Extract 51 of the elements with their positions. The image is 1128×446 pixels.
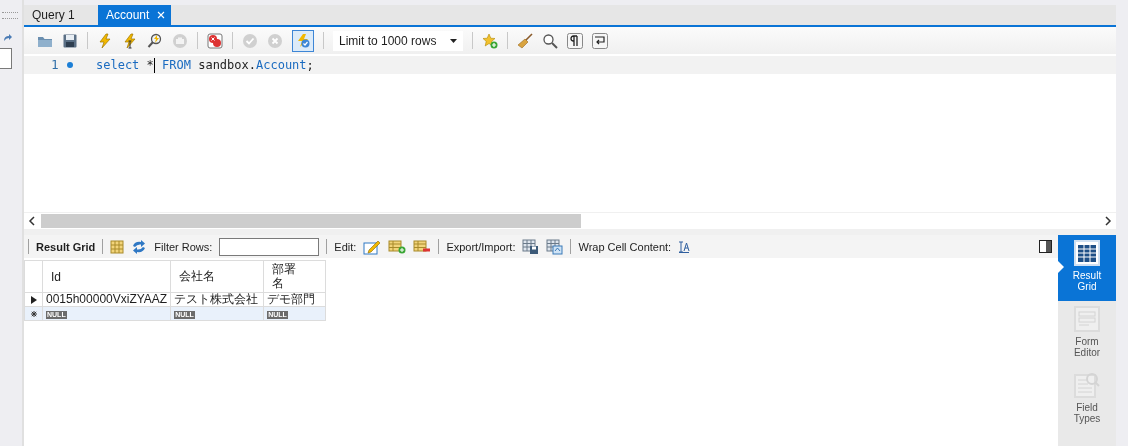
side-panel-tab[interactable]: Result Grid bbox=[1058, 235, 1116, 301]
line-number: 1 bbox=[50, 58, 59, 72]
columns-icon[interactable] bbox=[110, 239, 125, 254]
column-header[interactable]: Id bbox=[42, 260, 171, 293]
delete-row-icon[interactable] bbox=[413, 239, 432, 254]
wrap-cell-content-label: Wrap Cell Content: bbox=[578, 240, 672, 253]
export-icon[interactable] bbox=[522, 238, 540, 255]
export-import-label: Export/Import: bbox=[446, 240, 516, 253]
panel-toggle-icon[interactable] bbox=[1039, 240, 1052, 253]
column-header[interactable]: 部署名 bbox=[263, 260, 326, 293]
pilcrow-icon[interactable] bbox=[567, 32, 583, 49]
code-line: select * FROM sandbox.Account; bbox=[96, 57, 314, 73]
side-panel-tab[interactable]: Form Editor bbox=[1058, 301, 1116, 367]
table-search-icon bbox=[1073, 371, 1101, 399]
pencil-icon[interactable] bbox=[363, 238, 382, 255]
add-row-icon[interactable] bbox=[388, 239, 407, 254]
refresh-icon[interactable] bbox=[131, 239, 148, 254]
scroll-right-icon[interactable] bbox=[1104, 216, 1112, 226]
table-cell: デモ部門 bbox=[267, 292, 316, 306]
scrollbar-thumb[interactable] bbox=[41, 214, 581, 228]
filter-rows-label: Filter Rows: bbox=[154, 240, 213, 253]
stop-error-icon[interactable] bbox=[207, 32, 223, 49]
grid-icon bbox=[1073, 239, 1101, 267]
scroll-left-icon[interactable] bbox=[28, 216, 36, 226]
tab[interactable]: Account bbox=[98, 5, 172, 25]
tab[interactable]: Query 1 bbox=[24, 5, 98, 25]
table-cell: テスト株式会社 bbox=[174, 292, 259, 306]
lightning-cursor-icon[interactable] bbox=[122, 32, 138, 49]
search-icon[interactable] bbox=[542, 32, 558, 49]
close-icon[interactable] bbox=[157, 11, 166, 19]
star-plus-icon[interactable] bbox=[482, 32, 498, 49]
side-panel-tab[interactable]: Field Types bbox=[1058, 367, 1116, 433]
input-field[interactable] bbox=[0, 48, 12, 69]
arrow-icon[interactable] bbox=[3, 33, 12, 42]
filter-field[interactable] bbox=[219, 237, 320, 256]
magnifier-lightning-icon[interactable] bbox=[147, 32, 163, 49]
auto-commit-icon[interactable] bbox=[295, 32, 311, 49]
result-grid-label: Result Grid bbox=[36, 240, 96, 253]
caret-icon bbox=[450, 38, 457, 43]
current-row-icon bbox=[30, 295, 37, 304]
limit-dropdown[interactable]: Limit to 1000 rows bbox=[333, 30, 463, 51]
breakpoint-dot-icon bbox=[67, 62, 73, 68]
import-icon[interactable] bbox=[546, 238, 564, 255]
new-row-icon bbox=[30, 310, 37, 317]
broom-icon[interactable] bbox=[517, 32, 533, 49]
table-cell: 0015h00000VxiZYAAZ bbox=[46, 292, 168, 306]
column-header[interactable]: 会社名 bbox=[170, 260, 264, 293]
wrap-text-icon[interactable] bbox=[678, 240, 691, 253]
edit-label: Edit: bbox=[334, 240, 357, 253]
code-editor[interactable]: 1 select * FROM sandbox.Account; bbox=[24, 54, 1116, 212]
lightning-icon[interactable] bbox=[97, 32, 113, 49]
